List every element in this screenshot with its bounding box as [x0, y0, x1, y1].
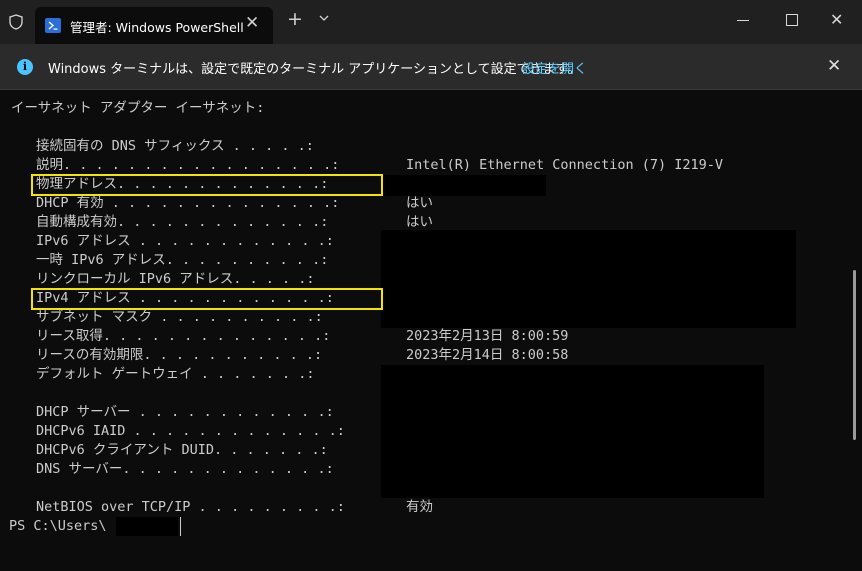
redacted-physical-address [381, 175, 546, 196]
text-cursor [180, 517, 181, 536]
ipconfig-row: 説明. . . . . . . . . . . . . . . . .: Inte… [36, 157, 723, 173]
new-tab-plus-icon[interactable]: + [287, 10, 303, 29]
ipconfig-row: 接続固有の DNS サフィックス . . . . .: [36, 138, 314, 154]
redacted-username [116, 517, 178, 536]
powershell-prompt: PS C:\Users\ [9, 518, 107, 534]
open-settings-link[interactable]: 設定を開く [522, 58, 587, 77]
ipconfig-row: DNS サーバー. . . . . . . . . . . . .: [36, 461, 334, 477]
minimize-button[interactable] [737, 20, 749, 21]
ipconfig-row: DHCPv6 クライアント DUID. . . . . . .: [36, 442, 328, 458]
ipconfig-row: NetBIOS over TCP/IP . . . . . . . . .: 有効 [36, 499, 433, 515]
ipconfig-row: サブネット マスク . . . . . . . . . .: [36, 309, 323, 325]
tab-title: 管理者: Windows PowerShell [70, 20, 244, 35]
highlight-ipv4-address [31, 288, 383, 310]
tab-dropdown-chevron-down-icon[interactable] [318, 13, 330, 23]
ipconfig-row: リースの有効期限. . . . . . . . . . .: 2023年2月14日… [36, 347, 569, 363]
ipconfig-row: DHCP サーバー . . . . . . . . . . . .: [36, 404, 334, 420]
redacted-ip-block [381, 230, 796, 328]
ipconfig-row: 一時 IPv6 アドレス. . . . . . . . . .: [36, 252, 329, 268]
info-bar: i Windows ターミナルは、設定で既定のターミナル アプリケーションとして… [0, 45, 862, 90]
title-bar: 管理者: Windows PowerShell ✕ + ✕ [0, 0, 862, 45]
shield-icon [9, 14, 23, 30]
redacted-network-block [381, 365, 764, 498]
info-message: Windows ターミナルは、設定で既定のターミナル アプリケーションとして設定… [48, 62, 581, 77]
tab-close-icon[interactable]: ✕ [245, 13, 259, 33]
ipconfig-row: リンクローカル IPv6 アドレス. . . . .: [36, 271, 315, 287]
ipconfig-row: DHCP 有効 . . . . . . . . . . . . . .: はい [36, 195, 433, 211]
window-close-button[interactable]: ✕ [830, 10, 843, 29]
adapter-header: イーサネット アダプター イーサネット: [11, 100, 265, 116]
powershell-icon [45, 18, 61, 33]
ipconfig-row: 自動構成有効. . . . . . . . . . . . .: はい [36, 214, 433, 230]
info-icon: i [17, 59, 33, 75]
ipconfig-row: リース取得. . . . . . . . . . . . . .: 2023年2月… [36, 328, 569, 344]
maximize-button[interactable] [786, 14, 798, 26]
scrollbar-thumb[interactable] [853, 270, 856, 440]
highlight-physical-address [31, 174, 383, 196]
ipconfig-row: デフォルト ゲートウェイ . . . . . . .: [36, 366, 315, 382]
ipconfig-row: DHCPv6 IAID . . . . . . . . . . . . .: [36, 423, 345, 439]
info-bar-close-icon[interactable]: ✕ [827, 56, 841, 76]
terminal-output[interactable]: イーサネット アダプター イーサネット: 接続固有の DNS サフィックス . … [0, 90, 862, 571]
tab-powershell[interactable]: 管理者: Windows PowerShell ✕ [35, 7, 273, 44]
ipconfig-row: IPv6 アドレス . . . . . . . . . . . .: [36, 233, 334, 249]
